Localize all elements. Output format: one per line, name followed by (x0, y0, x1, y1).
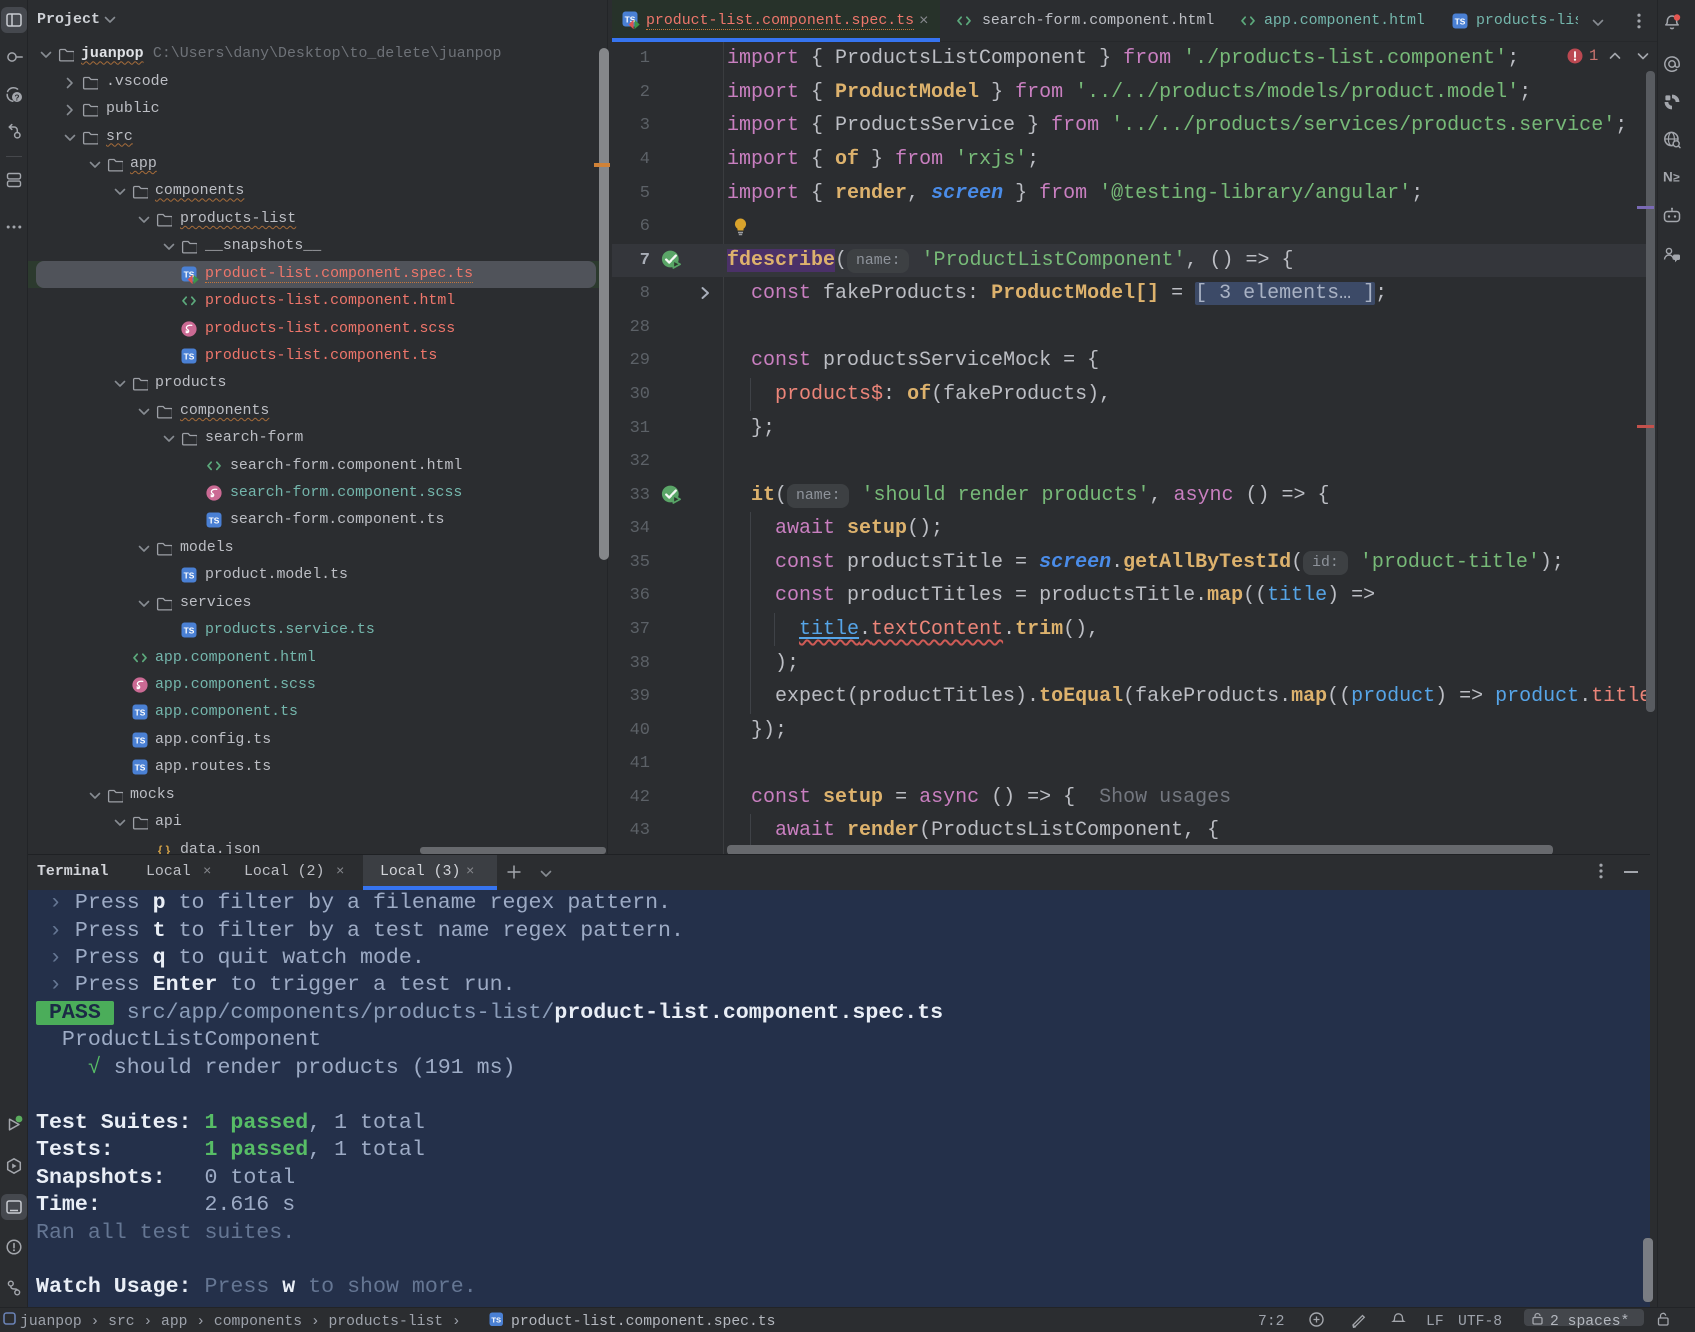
svg-text:≥: ≥ (1673, 171, 1680, 185)
svg-text:TS: TS (491, 1316, 501, 1325)
svg-text:N: N (1663, 170, 1673, 185)
